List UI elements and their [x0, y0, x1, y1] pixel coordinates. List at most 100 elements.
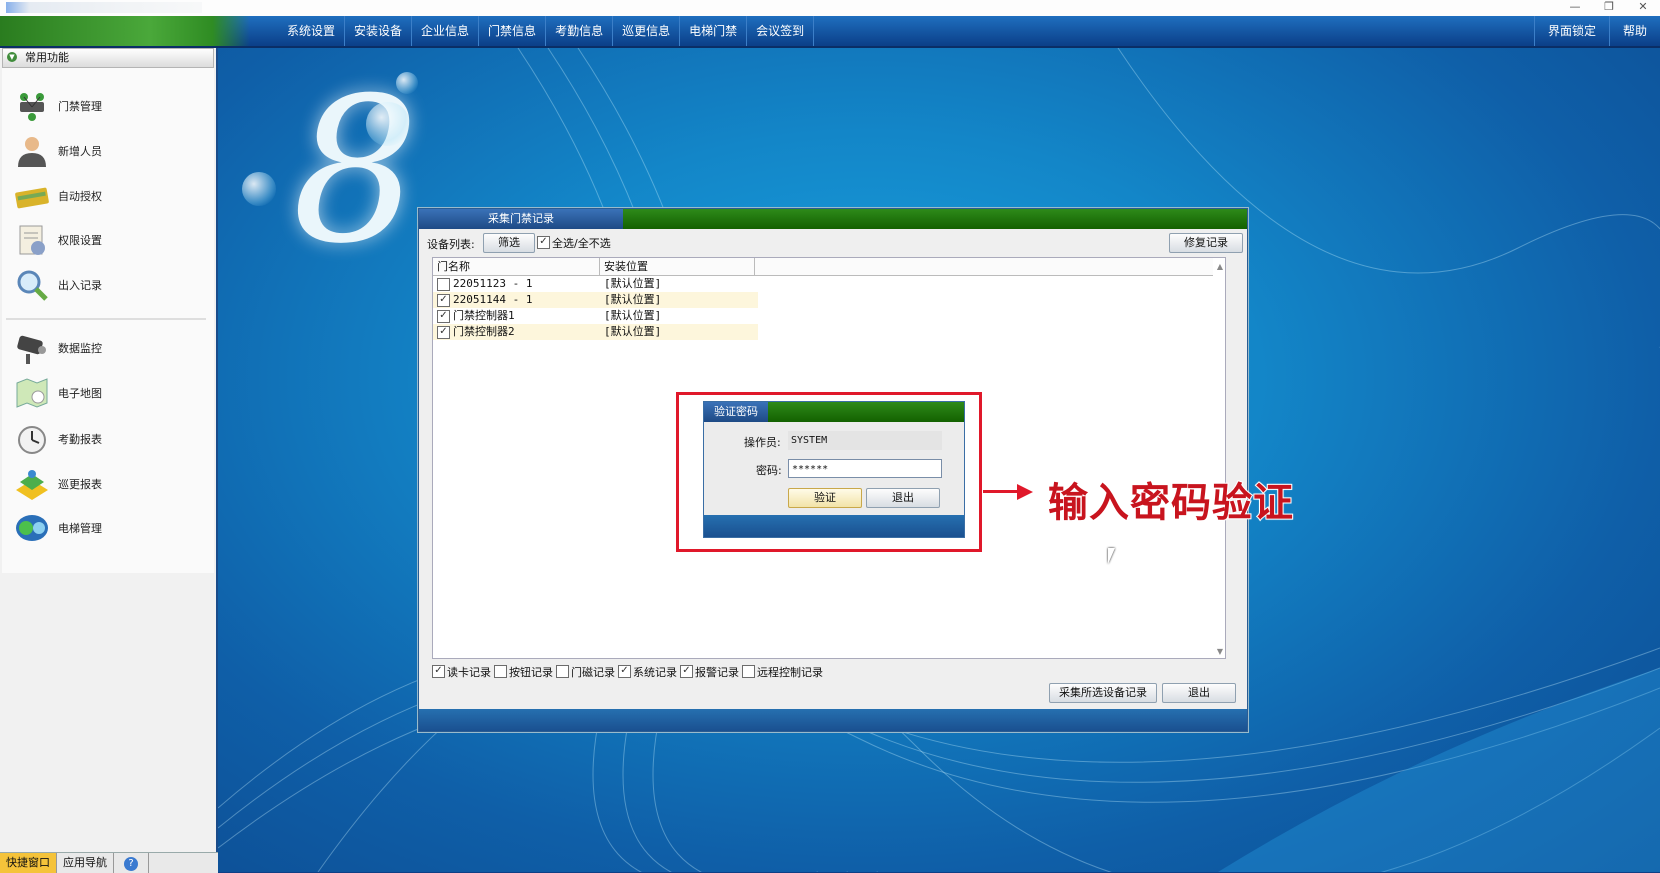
clock-icon	[18, 426, 46, 454]
minimize-button[interactable]: —	[1558, 0, 1592, 14]
permission-icon	[19, 225, 45, 255]
sidebar-item-label: 新增人员	[58, 145, 102, 158]
record-type-label: 门磁记录	[571, 666, 615, 679]
device-row[interactable]: ✓ 门禁控制器2 [默认位置]	[433, 324, 758, 340]
camera-icon	[17, 335, 46, 364]
window-title-blurred	[6, 2, 202, 13]
remote-control-records-checkbox[interactable]	[742, 665, 755, 678]
record-type-label: 远程控制记录	[757, 666, 823, 679]
collapse-icon[interactable]: ▼	[7, 52, 17, 62]
filter-button[interactable]: 筛选	[483, 233, 535, 253]
row-checkbox[interactable]: ✓	[437, 310, 450, 323]
column-install-location[interactable]: 安装位置	[600, 258, 755, 275]
sidebar-item-label: 电梯管理	[58, 522, 102, 535]
annotation-highlight-box	[676, 392, 982, 552]
sidebar-item-attendance-report[interactable]: 考勤报表	[14, 419, 204, 459]
sidebar-item-permission-settings[interactable]: 权限设置	[14, 220, 204, 260]
sidebar-item-access-management[interactable]: 门禁管理	[14, 86, 204, 126]
sidebar-divider	[6, 318, 206, 320]
device-row[interactable]: ✓ 门禁控制器1 [默认位置]	[433, 308, 758, 324]
scroll-down-icon[interactable]: ▼	[1217, 647, 1223, 656]
sidebar-item-label: 自动授权	[58, 190, 102, 203]
person-icon	[18, 137, 46, 167]
help-icon[interactable]: ?	[114, 853, 149, 873]
logo-8-decoration: 8	[292, 55, 420, 288]
install-location: [默认位置]	[604, 309, 662, 322]
device-list-header: 门名称 安装位置	[433, 258, 1213, 276]
menu-bar: 系统设置 安装设备 企业信息 门禁信息 考勤信息 巡更信息 电梯门禁 会议签到 …	[0, 16, 1660, 48]
restore-button[interactable]: ❐	[1592, 0, 1626, 14]
row-checkbox[interactable]	[437, 278, 450, 291]
annotation-text: 输入密码验证	[1047, 479, 1294, 527]
row-checkbox[interactable]: ✓	[437, 326, 450, 339]
collect-selected-records-button[interactable]: 采集所选设备记录	[1049, 683, 1157, 703]
device-row[interactable]: ✓ 22051144 - 1 [默认位置]	[433, 292, 758, 308]
menu-help[interactable]: 帮助	[1608, 16, 1660, 46]
read-card-records-checkbox[interactable]: ✓	[432, 665, 445, 678]
install-location: [默认位置]	[604, 277, 662, 290]
card-icon	[15, 187, 49, 209]
annotation-arrow-line	[983, 490, 1019, 493]
map-icon	[16, 378, 48, 408]
menu-access-info[interactable]: 门禁信息	[479, 16, 547, 46]
bubble-decoration	[396, 72, 418, 94]
sidebar-item-label: 出入记录	[58, 279, 102, 292]
install-location: [默认位置]	[604, 293, 662, 306]
sidebar-item-add-person[interactable]: 新增人员	[14, 131, 204, 171]
column-door-name[interactable]: 门名称	[433, 258, 600, 275]
collect-window-title: 采集门禁记录	[419, 209, 623, 229]
menu-elevator-access[interactable]: 电梯门禁	[680, 16, 748, 46]
bubble-decoration	[242, 172, 276, 206]
door-name: 门禁控制器2	[453, 325, 515, 338]
device-row[interactable]: 22051123 - 1 [默认位置]	[433, 276, 758, 292]
sidebar-item-label: 巡更报表	[58, 478, 102, 491]
repair-records-button[interactable]: 修复记录	[1169, 233, 1243, 253]
sidebar-item-data-monitor[interactable]: 数据监控	[14, 328, 204, 368]
menu-company-info[interactable]: 企业信息	[412, 16, 480, 46]
tab-quick-window[interactable]: 快捷窗口	[0, 853, 57, 873]
sidebar-item-elevator-management[interactable]: 电梯管理	[14, 508, 204, 548]
sidebar-item-auto-authorize[interactable]: 自动授权	[14, 176, 204, 216]
sidebar-item-label: 数据监控	[58, 342, 102, 355]
device-list-label: 设备列表:	[427, 238, 475, 251]
menu-system-settings[interactable]: 系统设置	[278, 16, 346, 46]
magnifier-icon	[17, 270, 48, 301]
title-bar: — ❐ ✕	[0, 0, 1660, 16]
sidebar-header-label: 常用功能	[25, 51, 69, 64]
select-all-checkbox[interactable]: ✓	[537, 236, 550, 249]
row-checkbox[interactable]: ✓	[437, 294, 450, 307]
mouse-cursor-icon	[1108, 548, 1115, 564]
collect-window-footer	[419, 709, 1247, 731]
system-records-checkbox[interactable]: ✓	[618, 665, 631, 678]
record-type-label: 读卡记录	[447, 666, 491, 679]
menu-install-device[interactable]: 安装设备	[345, 16, 413, 46]
collect-window-titlebar: 采集门禁记录	[419, 209, 1247, 229]
door-name: 22051123 - 1	[453, 277, 533, 290]
elevator-icon	[16, 515, 48, 541]
install-location: [默认位置]	[604, 325, 662, 338]
sidebar-item-patrol-report[interactable]: 巡更报表	[14, 464, 204, 504]
menu-lock-ui[interactable]: 界面锁定	[1533, 16, 1609, 46]
sidebar-item-label: 门禁管理	[58, 100, 102, 113]
main-menu: 系统设置 安装设备 企业信息 门禁信息 考勤信息 巡更信息 电梯门禁 会议签到	[278, 16, 815, 46]
annotation-arrow-icon	[1017, 484, 1033, 500]
door-sensor-records-checkbox[interactable]	[556, 665, 569, 678]
menu-patrol-info[interactable]: 巡更信息	[613, 16, 681, 46]
button-records-checkbox[interactable]	[494, 665, 507, 678]
close-button[interactable]: ✕	[1626, 0, 1660, 14]
select-all-label: 全选/全不选	[552, 237, 611, 250]
menu-meeting-signin[interactable]: 会议签到	[747, 16, 815, 46]
sidebar-item-electronic-map[interactable]: 电子地图	[14, 373, 204, 413]
alarm-records-checkbox[interactable]: ✓	[680, 665, 693, 678]
bubble-decoration	[366, 102, 410, 146]
record-type-label: 报警记录	[695, 666, 739, 679]
sidebar-item-entry-records[interactable]: 出入记录	[14, 265, 204, 305]
app-logo	[0, 16, 250, 46]
scroll-up-icon[interactable]: ▲	[1217, 262, 1223, 271]
menu-attendance-info[interactable]: 考勤信息	[546, 16, 614, 46]
collect-exit-button[interactable]: 退出	[1162, 683, 1236, 703]
tab-app-navigation[interactable]: 应用导航	[57, 853, 114, 873]
bottom-tabs: 快捷窗口 应用导航 ?	[0, 852, 218, 873]
record-type-label: 按钮记录	[509, 666, 553, 679]
sidebar-header[interactable]: ▼ 常用功能	[2, 48, 214, 68]
